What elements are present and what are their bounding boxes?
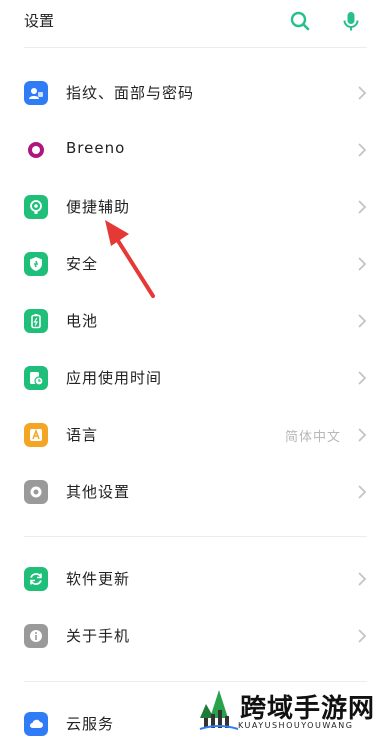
other-settings-icon (24, 480, 48, 504)
app-time-icon (24, 366, 48, 390)
update-icon (24, 567, 48, 591)
settings-item-label: 其他设置 (66, 483, 131, 501)
chevron-right-icon (358, 200, 367, 214)
settings-item-label: 云服务 (66, 715, 115, 733)
settings-item-label: 应用使用时间 (66, 369, 163, 387)
settings-item-label: 软件更新 (66, 570, 131, 588)
shield-icon (24, 252, 48, 276)
settings-item-battery[interactable]: 电池 (0, 293, 391, 349)
chevron-right-icon (358, 371, 367, 385)
assist-icon (24, 195, 48, 219)
settings-item-about-phone[interactable]: 关于手机 (0, 608, 391, 664)
language-value: 简体中文 (284, 430, 341, 445)
search-icon[interactable] (288, 9, 312, 33)
info-icon (24, 624, 48, 648)
settings-item-label: 安全 (66, 255, 99, 273)
settings-item-label: 电池 (66, 312, 99, 330)
settings-item-other-settings[interactable]: 其他设置 (0, 464, 391, 520)
watermark: 跨域手游网 KUAYUSHOUYOUWANG (196, 686, 391, 738)
chevron-right-icon (358, 485, 367, 499)
chevron-right-icon (358, 86, 367, 100)
divider (24, 536, 367, 537)
settings-item-software-update[interactable]: 软件更新 (0, 551, 391, 607)
mic-icon[interactable] (339, 9, 363, 33)
watermark-logo (199, 690, 239, 730)
settings-item-label: Breeno (66, 139, 126, 157)
settings-item-label: 语言 (66, 426, 99, 444)
chevron-right-icon (358, 257, 367, 271)
divider (24, 681, 367, 682)
settings-item-language[interactable]: 语言 简体中文 (0, 407, 391, 463)
chevron-right-icon (358, 629, 367, 643)
page-title: 设置 (24, 12, 55, 30)
chevron-right-icon (358, 314, 367, 328)
battery-icon (24, 309, 48, 333)
settings-item-breeno[interactable]: Breeno (0, 122, 391, 178)
chevron-right-icon (358, 143, 367, 157)
settings-item-security[interactable]: 安全 (0, 236, 391, 292)
red-annotation-arrow (105, 220, 155, 298)
settings-item-label: 关于手机 (66, 627, 131, 645)
divider (24, 47, 367, 48)
settings-item-fingerprint-face-password[interactable]: 指纹、面部与密码 (0, 65, 391, 121)
fingerprint-face-icon (24, 81, 48, 105)
settings-item-convenience-assist[interactable]: 便捷辅助 (0, 179, 391, 235)
breeno-icon (24, 138, 48, 162)
cloud-icon (24, 712, 48, 736)
chevron-right-icon (358, 428, 367, 442)
chevron-right-icon (358, 572, 367, 586)
watermark-subtitle: KUAYUSHOUYOUWANG (238, 721, 354, 730)
header-bar: 设置 (0, 0, 391, 46)
language-icon (24, 423, 48, 447)
settings-item-label: 指纹、面部与密码 (66, 84, 195, 102)
watermark-title: 跨域手游网 (240, 694, 376, 724)
settings-item-app-usage-time[interactable]: 应用使用时间 (0, 350, 391, 406)
